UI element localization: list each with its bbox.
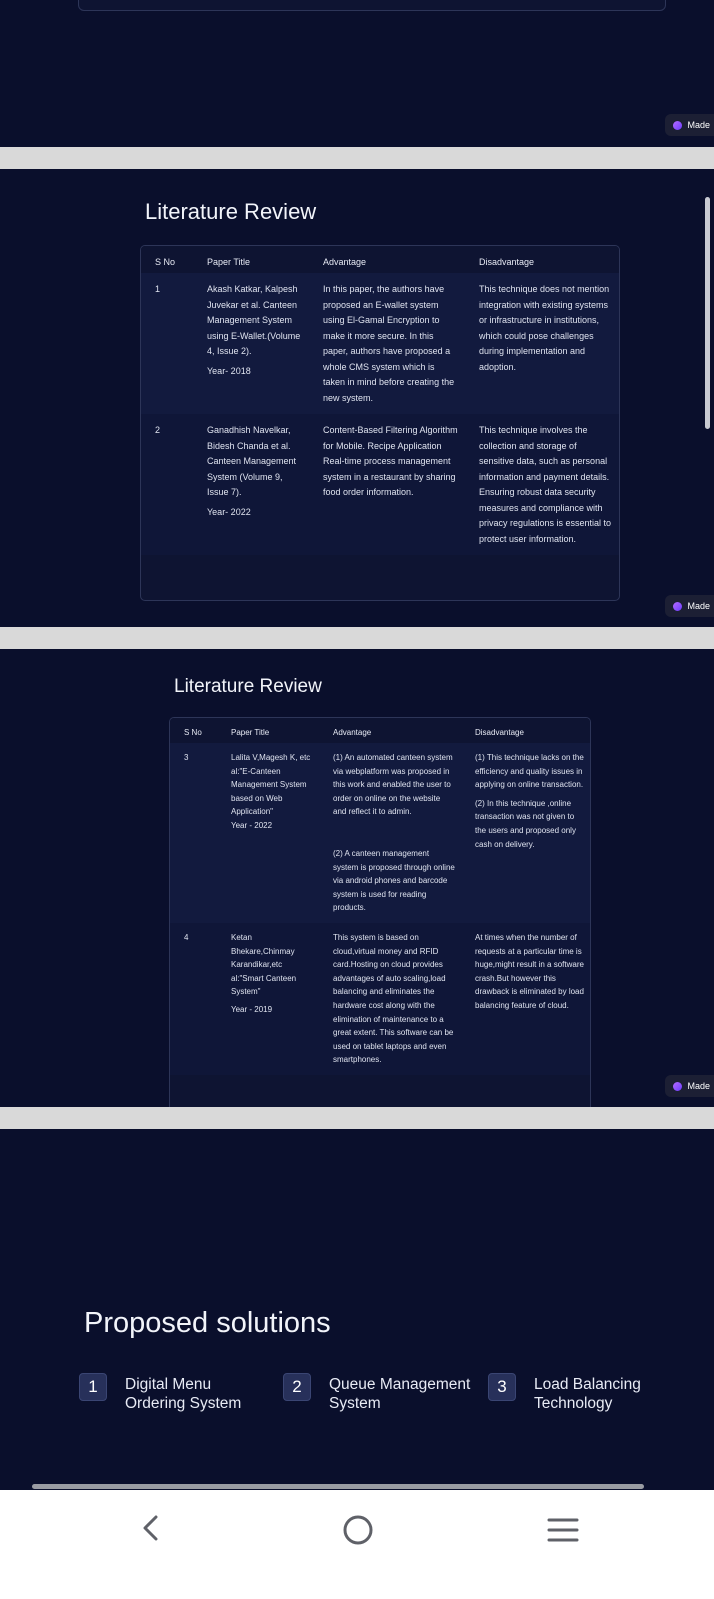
- made-badge[interactable]: Made: [665, 1075, 714, 1097]
- header-sno: S No: [141, 246, 193, 273]
- cell-paper-title: Lalita V,Magesh K, etc al:"E-Canteen Man…: [217, 743, 319, 923]
- cell-advantage: (1) An automated canteen system via webp…: [319, 743, 461, 923]
- paper-title-text: Lalita V,Magesh K, etc al:"E-Canteen Man…: [231, 753, 311, 817]
- paper-title-text: Akash Katkar, Kalpesh Juvekar et al. Can…: [207, 284, 301, 356]
- made-badge[interactable]: Made: [665, 114, 714, 136]
- cell-sno: 1: [155, 284, 161, 294]
- disadvantage-point-2: (2) In this technique ,online transactio…: [475, 798, 576, 849]
- header-sno: S No: [170, 718, 217, 743]
- back-icon[interactable]: [137, 1513, 165, 1548]
- solution-number-1: 1: [79, 1373, 107, 1401]
- table-row: 4 Ketan Bhekare,Chinmay Karandikar,etc a…: [170, 922, 590, 1075]
- paper-year: Year- 2018: [207, 365, 251, 376]
- cell-advantage: This system is based on cloud,virtual mo…: [333, 932, 454, 1065]
- paper-year: Year - 2019: [231, 1004, 273, 1014]
- paper-year: Year - 2022: [231, 820, 273, 830]
- cell-sno: 4: [184, 932, 189, 942]
- horizontal-scrollbar[interactable]: [32, 1484, 644, 1489]
- previous-slide-box: [78, 0, 666, 11]
- slide-gap: [0, 1107, 714, 1129]
- table-row: 1 Akash Katkar, Kalpesh Juvekar et al. C…: [141, 273, 619, 414]
- home-icon[interactable]: [341, 1513, 375, 1552]
- slide-gap: [0, 627, 714, 649]
- slide-literature-review-1: Literature Review S No Paper Title Advan…: [0, 169, 714, 627]
- advantage-point-1: (1) An automated canteen system via webp…: [333, 753, 453, 817]
- header-disadvantage: Disadvantage: [461, 718, 590, 743]
- cell-sno: 3: [184, 753, 189, 762]
- literature-table: S No Paper Title Advantage Disadvantage …: [169, 717, 591, 1107]
- table-header: S No Paper Title Advantage Disadvantage: [141, 246, 619, 273]
- menu-icon[interactable]: [547, 1516, 579, 1549]
- system-navigation-bar: [0, 1490, 714, 1599]
- cell-advantage: In this paper, the authors have proposed…: [323, 284, 455, 403]
- cell-disadvantage: This technique does not mention integrat…: [479, 284, 610, 372]
- cell-sno: 2: [155, 425, 161, 435]
- header-advantage: Advantage: [319, 718, 461, 743]
- made-badge-label: Made: [687, 1081, 710, 1091]
- table-header: S No Paper Title Advantage Disadvantage: [170, 718, 590, 743]
- slide-title: Proposed solutions: [84, 1307, 331, 1339]
- slide-proposed-solutions: Proposed solutions 1 Digital Menu Orderi…: [0, 1129, 714, 1490]
- cell-disadvantage: At times when the number of requests at …: [475, 932, 584, 1010]
- solution-label-2: Queue Management System: [329, 1376, 471, 1412]
- made-badge-label: Made: [687, 120, 710, 130]
- vertical-scrollbar[interactable]: [705, 197, 710, 429]
- table-row: 2 Ganadhish Navelkar, Bidesh Chanda et a…: [141, 414, 619, 555]
- header-disadvantage: Disadvantage: [465, 246, 619, 273]
- cell-advantage: Content-Based Filtering Algorithm for Mo…: [323, 425, 458, 497]
- slide-title: Literature Review: [174, 676, 322, 697]
- previous-slide: Made: [0, 0, 714, 147]
- slide-literature-review-2: Literature Review S No Paper Title Advan…: [0, 649, 714, 1107]
- made-badge-icon: [673, 1081, 683, 1091]
- cell-paper-title: Ganadhish Navelkar, Bidesh Chanda et al.…: [193, 414, 309, 555]
- paper-year: Year- 2022: [207, 506, 251, 517]
- cell-paper-title: Akash Katkar, Kalpesh Juvekar et al. Can…: [193, 273, 309, 414]
- slide-title: Literature Review: [145, 199, 317, 224]
- header-paper-title: Paper Title: [193, 246, 309, 273]
- header-advantage: Advantage: [309, 246, 465, 273]
- made-badge[interactable]: Made: [665, 595, 714, 617]
- literature-table: S No Paper Title Advantage Disadvantage …: [140, 245, 620, 601]
- solution-label-1: Digital Menu Ordering System: [125, 1376, 242, 1412]
- cell-paper-title: Ketan Bhekare,Chinmay Karandikar,etc al:…: [217, 923, 319, 1075]
- advantage-point-2: (2) A canteen management system is propo…: [333, 848, 455, 913]
- paper-title-text: Ketan Bhekare,Chinmay Karandikar,etc al:…: [231, 932, 297, 997]
- header-paper-title: Paper Title: [217, 718, 319, 743]
- made-badge-label: Made: [687, 601, 710, 611]
- table-row: 3 Lalita V,Magesh K, etc al:"E-Canteen M…: [170, 743, 590, 923]
- solution-number-2: 2: [283, 1373, 311, 1401]
- made-badge-icon: [673, 120, 683, 130]
- disadvantage-point-1: (1) This technique lacks on the efficien…: [475, 753, 584, 790]
- solution-number-3: 3: [488, 1373, 516, 1401]
- paper-title-text: Ganadhish Navelkar, Bidesh Chanda et al.…: [207, 425, 297, 497]
- cell-disadvantage: (1) This technique lacks on the efficien…: [461, 743, 590, 923]
- cell-disadvantage: This technique involves the collection a…: [479, 425, 612, 544]
- slide-gap: [0, 147, 714, 169]
- made-badge-icon: [673, 601, 683, 611]
- solution-label-3: Load Balancing Technology: [534, 1376, 641, 1412]
